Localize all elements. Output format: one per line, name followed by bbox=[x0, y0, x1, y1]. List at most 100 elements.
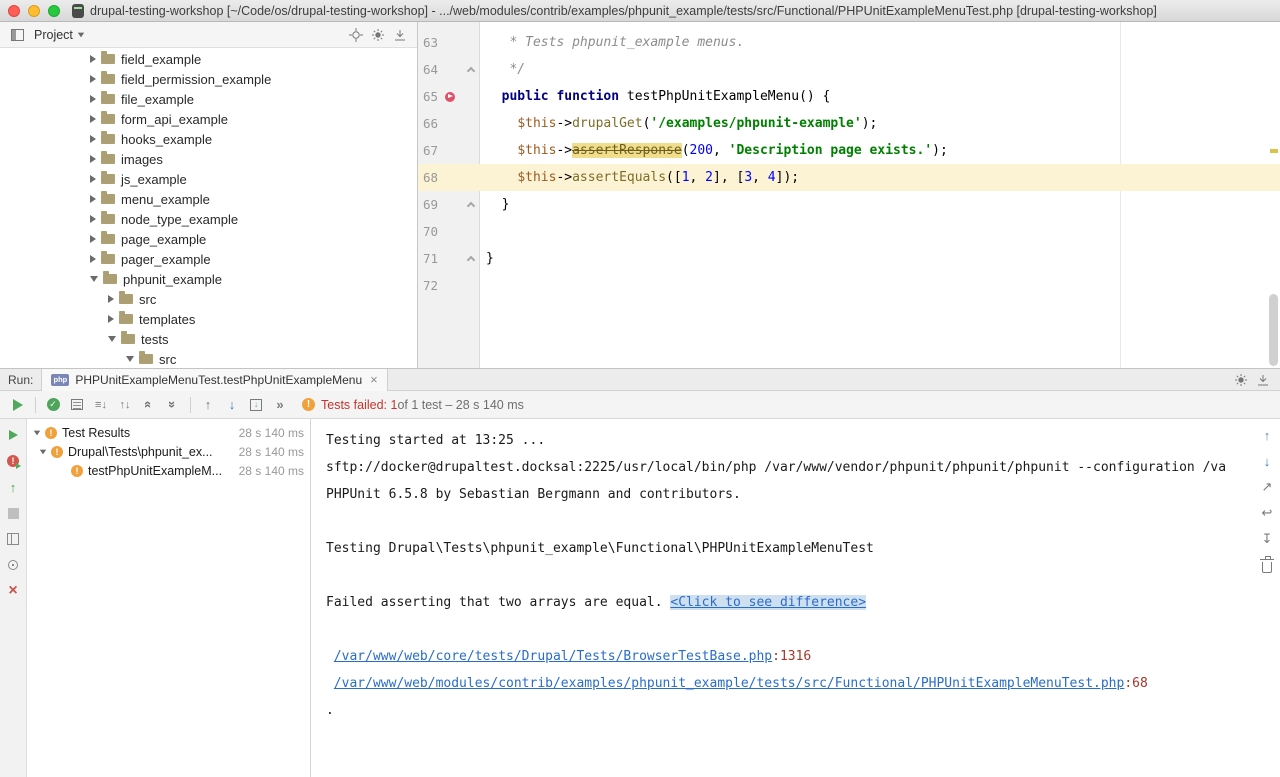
editor-line[interactable]: 66 $this->drupalGet('/examples/phpunit-e… bbox=[418, 110, 1280, 137]
editor-line[interactable]: 70 bbox=[418, 218, 1280, 245]
hide-run-panel-icon[interactable] bbox=[1252, 370, 1274, 390]
project-item-images[interactable]: images bbox=[0, 149, 417, 169]
editor-scrollbar[interactable] bbox=[1269, 294, 1278, 366]
chevron-down-icon[interactable] bbox=[126, 356, 134, 362]
editor-line[interactable]: 64 */ bbox=[418, 56, 1280, 83]
project-item-form_api_example[interactable]: form_api_example bbox=[0, 109, 417, 129]
toggle-auto-test-icon[interactable]: ↑ bbox=[4, 479, 22, 495]
clear-console-icon[interactable] bbox=[1259, 557, 1275, 573]
project-item-js_example[interactable]: js_example bbox=[0, 169, 417, 189]
test-results-root-row[interactable]: ! Test Results 28 s 140 ms bbox=[27, 423, 310, 442]
test-console[interactable]: Testing started at 13:25 ...sftp://docke… bbox=[311, 419, 1254, 777]
chevron-right-icon[interactable] bbox=[90, 255, 96, 263]
editor-line[interactable]: 63 * Tests phpunit_example menus. bbox=[418, 29, 1280, 56]
chevron-right-icon[interactable] bbox=[108, 295, 114, 303]
line-number[interactable]: 65 bbox=[418, 83, 438, 110]
project-item-node_type_example[interactable]: node_type_example bbox=[0, 209, 417, 229]
chevron-right-icon[interactable] bbox=[90, 175, 96, 183]
warning-stripe-mark[interactable] bbox=[1270, 149, 1278, 153]
chevron-right-icon[interactable] bbox=[90, 75, 96, 83]
minimize-window-button[interactable] bbox=[28, 5, 40, 17]
chevron-down-icon[interactable] bbox=[40, 449, 46, 454]
editor-line[interactable]: 68 $this->assertEquals([1, 2], [3, 4]); bbox=[418, 164, 1280, 191]
project-item-field_example[interactable]: field_example bbox=[0, 49, 417, 69]
editor-line[interactable]: 72 bbox=[418, 272, 1280, 299]
jump-to-source-icon[interactable]: ↗ bbox=[1259, 479, 1275, 495]
expand-all-icon[interactable]: « bbox=[137, 394, 161, 416]
fold-marker-icon[interactable] bbox=[467, 66, 475, 74]
line-number[interactable]: 67 bbox=[418, 137, 438, 164]
run-settings-gear-icon[interactable] bbox=[1230, 370, 1252, 390]
scroll-to-end-icon[interactable]: ↧ bbox=[1259, 531, 1275, 547]
line-number[interactable]: 70 bbox=[418, 218, 438, 245]
fold-marker-icon[interactable] bbox=[467, 201, 475, 209]
close-tab-icon[interactable]: × bbox=[370, 374, 378, 386]
chevron-right-icon[interactable] bbox=[90, 95, 96, 103]
close-run-panel-icon[interactable]: × bbox=[4, 583, 22, 599]
hide-panel-icon[interactable] bbox=[389, 25, 411, 45]
run-icon[interactable] bbox=[4, 427, 22, 443]
sort-by-duration-icon[interactable]: ≡↓ bbox=[89, 394, 113, 416]
chevron-down-icon[interactable] bbox=[90, 276, 98, 282]
test-history-icon[interactable]: ↓ bbox=[244, 394, 268, 416]
chevron-right-icon[interactable] bbox=[90, 235, 96, 243]
line-number[interactable]: 66 bbox=[418, 110, 438, 137]
test-case-row[interactable]: ! testPhpUnitExampleM... 28 s 140 ms bbox=[27, 461, 310, 480]
chevron-right-icon[interactable] bbox=[90, 55, 96, 63]
soft-wrap-icon[interactable]: ↩ bbox=[1259, 505, 1275, 521]
project-item-src[interactable]: src bbox=[0, 289, 417, 309]
scroll-up-icon[interactable]: ↑ bbox=[1259, 427, 1275, 443]
project-item-field_permission_example[interactable]: field_permission_example bbox=[0, 69, 417, 89]
collapse-all-icon[interactable]: » bbox=[161, 394, 185, 416]
editor-line[interactable]: 67 $this->assertResponse(200, 'Descripti… bbox=[418, 137, 1280, 164]
stop-icon[interactable] bbox=[4, 505, 22, 521]
chevron-down-icon[interactable] bbox=[34, 430, 40, 435]
project-item-tests[interactable]: tests bbox=[0, 329, 417, 349]
project-item-hooks_example[interactable]: hooks_example bbox=[0, 129, 417, 149]
chevron-right-icon[interactable] bbox=[90, 135, 96, 143]
project-item-file_example[interactable]: file_example bbox=[0, 89, 417, 109]
project-item-menu_example[interactable]: menu_example bbox=[0, 189, 417, 209]
pin-tab-icon[interactable] bbox=[4, 557, 22, 573]
file-link[interactable]: /var/www/web/core/tests/Drupal/Tests/Bro… bbox=[334, 649, 772, 664]
show-console-output-icon[interactable] bbox=[65, 394, 89, 416]
more-options-icon[interactable]: » bbox=[268, 394, 292, 416]
zoom-window-button[interactable] bbox=[48, 5, 60, 17]
sort-alphabetically-icon[interactable]: ↑↓ bbox=[113, 394, 137, 416]
chevron-right-icon[interactable] bbox=[90, 215, 96, 223]
line-number[interactable]: 72 bbox=[418, 272, 438, 299]
line-number[interactable]: 69 bbox=[418, 191, 438, 218]
chevron-down-icon[interactable] bbox=[78, 32, 84, 37]
scroll-down-icon[interactable]: ↓ bbox=[1259, 453, 1275, 469]
chevron-right-icon[interactable] bbox=[90, 115, 96, 123]
project-item-phpunit_example[interactable]: phpunit_example bbox=[0, 269, 417, 289]
restore-layout-icon[interactable] bbox=[4, 531, 22, 547]
fold-marker-icon[interactable] bbox=[467, 255, 475, 263]
chevron-right-icon[interactable] bbox=[90, 155, 96, 163]
rerun-failed-tests-icon[interactable]: ! bbox=[4, 453, 22, 469]
previous-failed-test-icon[interactable]: ↑ bbox=[196, 394, 220, 416]
project-panel-title[interactable]: Project bbox=[34, 28, 73, 42]
project-item-page_example[interactable]: page_example bbox=[0, 229, 417, 249]
close-window-button[interactable] bbox=[8, 5, 20, 17]
locate-file-icon[interactable] bbox=[345, 25, 367, 45]
settings-gear-icon[interactable] bbox=[367, 25, 389, 45]
project-item-pager_example[interactable]: pager_example bbox=[0, 249, 417, 269]
test-suite-row[interactable]: ! Drupal\Tests\phpunit_ex... 28 s 140 ms bbox=[27, 442, 310, 461]
see-difference-link[interactable]: <Click to see difference> bbox=[670, 595, 866, 610]
line-number[interactable]: 68 bbox=[418, 164, 438, 191]
run-tab[interactable]: php PHPUnitExampleMenuTest.testPhpUnitEx… bbox=[41, 369, 387, 391]
chevron-down-icon[interactable] bbox=[108, 336, 116, 342]
next-failed-test-icon[interactable]: ↓ bbox=[220, 394, 244, 416]
test-failed-gutter-icon[interactable] bbox=[445, 92, 455, 102]
editor-line[interactable]: 69 } bbox=[418, 191, 1280, 218]
code-editor[interactable]: 63 * Tests phpunit_example menus.64 */65… bbox=[418, 22, 1280, 368]
chevron-right-icon[interactable] bbox=[90, 195, 96, 203]
show-passed-icon[interactable]: ✓ bbox=[41, 394, 65, 416]
project-item-src[interactable]: src bbox=[0, 349, 417, 368]
line-number[interactable]: 64 bbox=[418, 56, 438, 83]
chevron-right-icon[interactable] bbox=[108, 315, 114, 323]
editor-line[interactable]: 71} bbox=[418, 245, 1280, 272]
rerun-test-icon[interactable] bbox=[6, 394, 30, 416]
line-number[interactable]: 71 bbox=[418, 245, 438, 272]
